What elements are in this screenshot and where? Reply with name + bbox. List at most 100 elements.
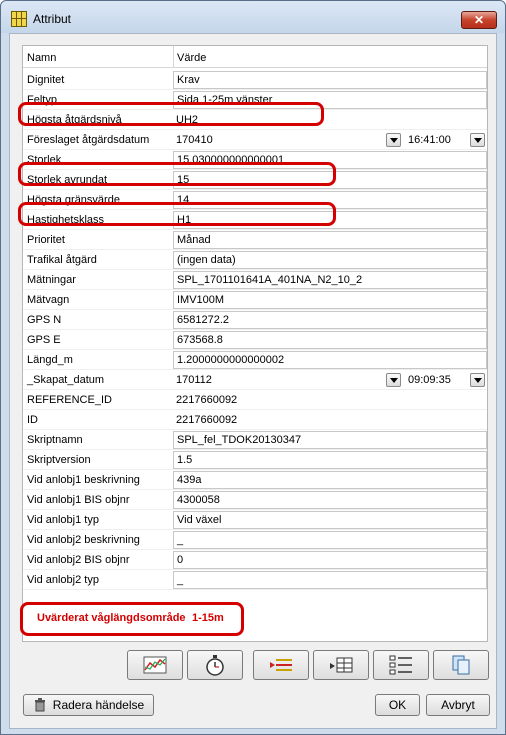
stopwatch-button[interactable]	[187, 650, 243, 680]
attribute-label: GPS N	[27, 314, 62, 326]
copy-icon	[452, 655, 470, 675]
time-value[interactable]: 09:09:35	[408, 374, 451, 386]
attribute-label: _Skapat_datum	[27, 374, 105, 386]
attribute-label: Vid anlobj2 BIS objnr	[27, 554, 130, 566]
chart-icon	[143, 656, 167, 674]
attribute-value: 2217660092	[176, 414, 238, 426]
attribute-value-field[interactable]: Sida 1-25m vänster	[173, 91, 487, 109]
attribute-label: Högsta åtgärdsnivå	[27, 114, 122, 126]
attribute-value-field[interactable]: Månad	[173, 231, 487, 249]
time-dropdown-icon[interactable]	[470, 133, 485, 147]
time-value[interactable]: 16:41:00	[408, 134, 451, 146]
time-dropdown-icon[interactable]	[470, 373, 485, 387]
attribute-value-field[interactable]: 1.2000000000000002	[173, 351, 487, 369]
attribute-row: Vid anlobj2 BIS objnr 0	[23, 550, 487, 570]
annotation-value: 1-15m	[192, 612, 224, 624]
attribute-value-field[interactable]: 14	[173, 191, 487, 209]
attribute-row: Mätvagn IMV100M	[23, 290, 487, 310]
attribute-label: Dignitet	[27, 74, 65, 86]
attribute-value-field[interactable]: Vid växel	[173, 511, 487, 529]
attribute-value-field[interactable]: _	[173, 571, 487, 589]
attribute-label: Storlek avrundat	[27, 174, 108, 186]
cancel-label: Avbryt	[441, 698, 475, 712]
attribute-row: Dignitet Krav	[23, 70, 487, 90]
attribute-label: Mätningar	[27, 274, 76, 286]
attribute-row: GPS N 6581272.2	[23, 310, 487, 330]
attribute-label: Skriptnamn	[27, 434, 83, 446]
table-insert-icon	[330, 657, 353, 673]
attribute-row: GPS E 673568.8	[23, 330, 487, 350]
attribute-label: Feltyp	[27, 94, 57, 106]
cancel-button[interactable]: Avbryt	[426, 694, 490, 716]
column-header-name: Namn	[27, 52, 57, 64]
ok-label: OK	[388, 698, 407, 712]
attribute-value-field[interactable]: 6581272.2	[173, 311, 487, 329]
attribute-value-field[interactable]: 1.5	[173, 451, 487, 469]
attribute-row: Prioritet Månad	[23, 230, 487, 250]
attribute-label: Längd_m	[27, 354, 73, 366]
attribute-label: GPS E	[27, 334, 61, 346]
attribute-grid: Namn Värde Dignitet Krav Feltyp Sida 1-25m …	[18, 45, 488, 642]
attribute-label: Vid anlobj2 beskrivning	[27, 534, 140, 546]
date-value[interactable]: 170112	[176, 374, 212, 386]
attribute-value-field[interactable]: 0	[173, 551, 487, 569]
chart-button[interactable]	[127, 650, 183, 680]
trash-icon	[34, 698, 45, 712]
stopwatch-icon	[206, 655, 224, 676]
copy-button[interactable]	[433, 650, 489, 680]
attribute-row: ID 2217660092	[23, 410, 487, 430]
attribute-label: Storlek	[27, 154, 62, 166]
attribute-value-field[interactable]: 15	[173, 171, 487, 189]
attribute-label: Föreslaget åtgärdsdatum	[27, 134, 150, 146]
attribute-value-field[interactable]: IMV100M	[173, 291, 487, 309]
attribute-label: Vid anlobj1 BIS objnr	[27, 494, 130, 506]
attribute-label: Skriptversion	[27, 454, 91, 466]
ok-button[interactable]: OK	[375, 694, 420, 716]
delete-event-button[interactable]: Radera händelse	[23, 694, 154, 716]
date-dropdown-icon[interactable]	[386, 373, 401, 387]
attribute-value-field[interactable]: SPL_1701101641A_401NA_N2_10_2	[173, 271, 487, 289]
attribute-label: Mätvagn	[27, 294, 70, 306]
checklist-button[interactable]	[373, 650, 429, 680]
close-button[interactable]: ✕	[461, 11, 497, 29]
attribute-row: Högsta gränsvärde 14	[23, 190, 487, 210]
delete-event-label: Radera händelse	[52, 698, 145, 712]
table-app-icon	[11, 11, 27, 27]
attribute-row: REFERENCE_ID 2217660092	[23, 390, 487, 410]
attribute-row: Vid anlobj2 typ _	[23, 570, 487, 590]
attribute-label: Trafikal åtgärd	[27, 254, 97, 266]
table-insert-button[interactable]	[313, 650, 369, 680]
attribute-label: Högsta gränsvärde	[27, 194, 120, 206]
attribute-label: Vid anlobj1 typ	[27, 514, 99, 526]
attribute-row: Vid anlobj1 beskrivning 439a	[23, 470, 487, 490]
attribute-value-field[interactable]: Krav	[173, 71, 487, 89]
attribute-value-field[interactable]: H1	[173, 211, 487, 229]
attribute-row: Vid anlobj1 BIS objnr 4300058	[23, 490, 487, 510]
attribute-value-field[interactable]: SPL_fel_TDOK20130347	[173, 431, 487, 449]
attribute-value-field[interactable]: 439a	[173, 471, 487, 489]
attribute-label: ID	[27, 414, 38, 426]
attribute-value-field[interactable]: _	[173, 531, 487, 549]
attribute-value-field[interactable]: 4300058	[173, 491, 487, 509]
attribute-row: Skriptnamn SPL_fel_TDOK20130347	[23, 430, 487, 450]
window-title: Attribut	[33, 12, 72, 26]
attribute-row: Storlek avrundat 15	[23, 170, 487, 190]
attribute-row: Mätningar SPL_1701101641A_401NA_N2_10_2	[23, 270, 487, 290]
attribute-value-field[interactable]: (ingen data)	[173, 251, 487, 269]
insert-line-button[interactable]	[253, 650, 309, 680]
attribute-row: Skriptversion 1.5	[23, 450, 487, 470]
attribute-row: Vid anlobj2 beskrivning _	[23, 530, 487, 550]
attribute-row: _Skapat_datum 170112 09:09:35	[23, 370, 487, 390]
attribute-value: 2217660092	[176, 394, 238, 406]
attribute-label: Vid anlobj2 typ	[27, 574, 99, 586]
date-value[interactable]: 170410	[176, 134, 213, 146]
attribute-row: Hastighetsklass H1	[23, 210, 487, 230]
attribute-row: Storlek 15.030000000000001	[23, 150, 487, 170]
attribute-label: Hastighetsklass	[27, 214, 105, 226]
attribute-value-field[interactable]: 15.030000000000001	[173, 151, 487, 169]
attribute-row: Feltyp Sida 1-25m vänster	[23, 90, 487, 110]
attribute-row: Vid anlobj1 typ Vid växel	[23, 510, 487, 530]
attribute-row: Föreslaget åtgärdsdatum 170410 16:41:00	[23, 130, 487, 150]
attribute-value-field[interactable]: 673568.8	[173, 331, 487, 349]
date-dropdown-icon[interactable]	[386, 133, 401, 147]
